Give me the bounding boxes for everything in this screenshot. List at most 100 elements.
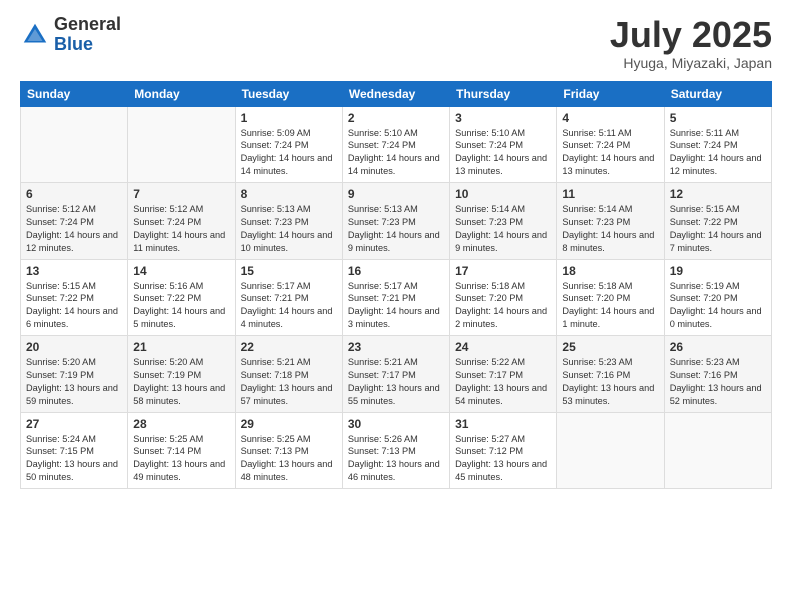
table-row [128, 106, 235, 183]
day-info: Sunrise: 5:25 AM Sunset: 7:13 PM Dayligh… [241, 433, 337, 485]
table-row: 19Sunrise: 5:19 AM Sunset: 7:20 PM Dayli… [664, 259, 771, 336]
table-row: 31 Sunrise: 5:27 AM Sunset: 7:12 PM Dayli… [450, 412, 557, 489]
table-row: 2 Sunrise: 5:10 AM Sunset: 7:24 PM Daylig… [342, 106, 449, 183]
day-info: Sunrise: 5:23 AM Sunset: 7:16 PM Dayligh… [670, 356, 766, 408]
table-row: 28 Sunrise: 5:25 AM Sunset: 7:14 PM Dayli… [128, 412, 235, 489]
day-info: Sunrise: 5:21 AM Sunset: 7:18 PM Dayligh… [241, 356, 337, 408]
day-number: 27 [26, 417, 122, 431]
table-row: 10Sunrise: 5:14 AM Sunset: 7:23 PM Dayli… [450, 183, 557, 260]
table-row: 15Sunrise: 5:17 AM Sunset: 7:21 PM Dayli… [235, 259, 342, 336]
day-info: Sunrise: 5:20 AM Sunset: 7:19 PM Dayligh… [133, 356, 229, 408]
day-number: 7 [133, 187, 229, 201]
table-row: 8Sunrise: 5:13 AM Sunset: 7:23 PM Daylig… [235, 183, 342, 260]
day-info: Sunrise: 5:18 AM Sunset: 7:20 PM Dayligh… [562, 280, 658, 332]
table-row: 5 Sunrise: 5:11 AM Sunset: 7:24 PM Daylig… [664, 106, 771, 183]
day-info: Sunrise: 5:23 AM Sunset: 7:16 PM Dayligh… [562, 356, 658, 408]
header-sunday: Sunday [21, 81, 128, 106]
logo-text: General Blue [54, 15, 121, 55]
day-info: Sunrise: 5:25 AM Sunset: 7:14 PM Dayligh… [133, 433, 229, 485]
calendar-week-5: 27 Sunrise: 5:24 AM Sunset: 7:15 PM Dayli… [21, 412, 772, 489]
calendar-week-1: 1 Sunrise: 5:09 AM Sunset: 7:24 PM Daylig… [21, 106, 772, 183]
calendar-table: Sunday Monday Tuesday Wednesday Thursday… [20, 81, 772, 490]
day-info: Sunrise: 5:10 AM Sunset: 7:24 PM Dayligh… [348, 127, 444, 179]
header-tuesday: Tuesday [235, 81, 342, 106]
day-number: 8 [241, 187, 337, 201]
table-row: 11 Sunrise: 5:14 AM Sunset: 7:23 PM Dayli… [557, 183, 664, 260]
day-number: 11 [562, 187, 658, 201]
header-friday: Friday [557, 81, 664, 106]
table-row: 4 Sunrise: 5:11 AM Sunset: 7:24 PM Daylig… [557, 106, 664, 183]
day-info: Sunrise: 5:15 AM Sunset: 7:22 PM Dayligh… [26, 280, 122, 332]
day-number: 15 [241, 264, 337, 278]
day-number: 2 [348, 111, 444, 125]
day-number: 30 [348, 417, 444, 431]
day-number: 19 [670, 264, 766, 278]
day-number: 13 [26, 264, 122, 278]
day-number: 20 [26, 340, 122, 354]
day-info: Sunrise: 5:10 AM Sunset: 7:24 PM Dayligh… [455, 127, 551, 179]
calendar-week-3: 13 Sunrise: 5:15 AM Sunset: 7:22 PM Dayli… [21, 259, 772, 336]
table-row: 7 Sunrise: 5:12 AM Sunset: 7:24 PM Daylig… [128, 183, 235, 260]
day-number: 18 [562, 264, 658, 278]
table-row: 20Sunrise: 5:20 AM Sunset: 7:19 PM Dayli… [21, 336, 128, 413]
table-row: 23 Sunrise: 5:21 AM Sunset: 7:17 PM Dayli… [342, 336, 449, 413]
day-number: 23 [348, 340, 444, 354]
day-info: Sunrise: 5:21 AM Sunset: 7:17 PM Dayligh… [348, 356, 444, 408]
calendar-week-4: 20 Sunrise: 5:20 AM Sunset: 7:19 PM Dayli… [21, 336, 772, 413]
table-row: 25Sunrise: 5:23 AM Sunset: 7:16 PM Dayli… [557, 336, 664, 413]
day-info: Sunrise: 5:24 AM Sunset: 7:15 PM Dayligh… [26, 433, 122, 485]
day-number: 21 [133, 340, 229, 354]
table-row [664, 412, 771, 489]
calendar-header-row: Sunday Monday Tuesday Wednesday Thursday… [21, 81, 772, 106]
table-row [21, 106, 128, 183]
day-number: 4 [562, 111, 658, 125]
table-row: 1 Sunrise: 5:09 AM Sunset: 7:24 PM Daylig… [235, 106, 342, 183]
table-row: 24 Sunrise: 5:22 AM Sunset: 7:17 PM Dayli… [450, 336, 557, 413]
day-number: 6 [26, 187, 122, 201]
location-subtitle: Hyuga, Miyazaki, Japan [610, 55, 772, 71]
day-info: Sunrise: 5:09 AM Sunset: 7:24 PM Dayligh… [241, 127, 337, 179]
table-row: 17Sunrise: 5:18 AM Sunset: 7:20 PM Dayli… [450, 259, 557, 336]
table-row: 27 Sunrise: 5:24 AM Sunset: 7:15 PM Dayli… [21, 412, 128, 489]
day-info: Sunrise: 5:27 AM Sunset: 7:12 PM Dayligh… [455, 433, 551, 485]
header-wednesday: Wednesday [342, 81, 449, 106]
table-row [557, 412, 664, 489]
day-info: Sunrise: 5:12 AM Sunset: 7:24 PM Dayligh… [26, 203, 122, 255]
table-row: 16Sunrise: 5:17 AM Sunset: 7:21 PM Dayli… [342, 259, 449, 336]
table-row: 22 Sunrise: 5:21 AM Sunset: 7:18 PM Dayli… [235, 336, 342, 413]
logo-blue: Blue [54, 35, 121, 55]
table-row: 13 Sunrise: 5:15 AM Sunset: 7:22 PM Dayli… [21, 259, 128, 336]
day-number: 3 [455, 111, 551, 125]
header-monday: Monday [128, 81, 235, 106]
day-info: Sunrise: 5:11 AM Sunset: 7:24 PM Dayligh… [562, 127, 658, 179]
table-row: 6 Sunrise: 5:12 AM Sunset: 7:24 PM Daylig… [21, 183, 128, 260]
day-info: Sunrise: 5:26 AM Sunset: 7:13 PM Dayligh… [348, 433, 444, 485]
day-info: Sunrise: 5:16 AM Sunset: 7:22 PM Dayligh… [133, 280, 229, 332]
day-number: 31 [455, 417, 551, 431]
page: General Blue July 2025 Hyuga, Miyazaki, … [0, 0, 792, 612]
day-number: 1 [241, 111, 337, 125]
day-info: Sunrise: 5:14 AM Sunset: 7:23 PM Dayligh… [455, 203, 551, 255]
day-number: 9 [348, 187, 444, 201]
table-row: 29Sunrise: 5:25 AM Sunset: 7:13 PM Dayli… [235, 412, 342, 489]
table-row: 3 Sunrise: 5:10 AM Sunset: 7:24 PM Daylig… [450, 106, 557, 183]
header-thursday: Thursday [450, 81, 557, 106]
calendar-week-2: 6 Sunrise: 5:12 AM Sunset: 7:24 PM Daylig… [21, 183, 772, 260]
day-number: 14 [133, 264, 229, 278]
day-number: 5 [670, 111, 766, 125]
day-number: 22 [241, 340, 337, 354]
day-info: Sunrise: 5:18 AM Sunset: 7:20 PM Dayligh… [455, 280, 551, 332]
day-info: Sunrise: 5:12 AM Sunset: 7:24 PM Dayligh… [133, 203, 229, 255]
logo-general: General [54, 15, 121, 35]
day-info: Sunrise: 5:11 AM Sunset: 7:24 PM Dayligh… [670, 127, 766, 179]
table-row: 9 Sunrise: 5:13 AM Sunset: 7:23 PM Daylig… [342, 183, 449, 260]
month-title: July 2025 [610, 15, 772, 55]
day-info: Sunrise: 5:14 AM Sunset: 7:23 PM Dayligh… [562, 203, 658, 255]
day-info: Sunrise: 5:22 AM Sunset: 7:17 PM Dayligh… [455, 356, 551, 408]
day-number: 28 [133, 417, 229, 431]
table-row: 18 Sunrise: 5:18 AM Sunset: 7:20 PM Dayli… [557, 259, 664, 336]
day-info: Sunrise: 5:17 AM Sunset: 7:21 PM Dayligh… [348, 280, 444, 332]
day-info: Sunrise: 5:13 AM Sunset: 7:23 PM Dayligh… [348, 203, 444, 255]
day-number: 24 [455, 340, 551, 354]
header-saturday: Saturday [664, 81, 771, 106]
